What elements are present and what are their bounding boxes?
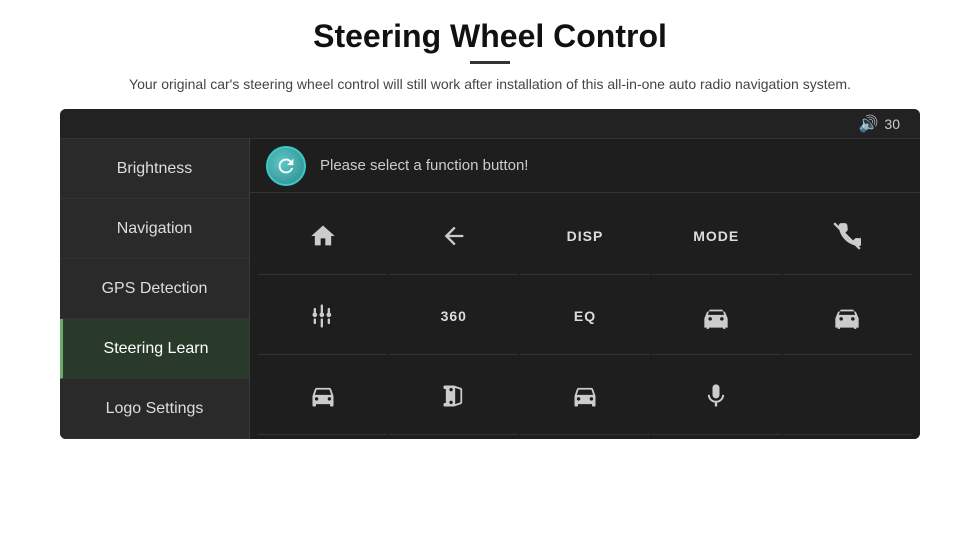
sidebar-item-brightness[interactable]: Brightness bbox=[60, 139, 249, 199]
label-360: 360 bbox=[441, 308, 467, 324]
sidebar: Brightness Navigation GPS Detection Stee… bbox=[60, 139, 250, 439]
sidebar-item-gps-detection[interactable]: GPS Detection bbox=[60, 259, 249, 319]
grid-cell-mode[interactable]: MODE bbox=[652, 197, 781, 275]
grid-cell-back[interactable] bbox=[389, 197, 518, 275]
volume-area: 🔊 30 bbox=[859, 114, 901, 134]
volume-icon: 🔊 bbox=[859, 114, 879, 134]
grid-cell-car-front[interactable] bbox=[652, 277, 781, 355]
grid-cell-car-top2[interactable] bbox=[520, 357, 649, 435]
device-body: Brightness Navigation GPS Detection Stee… bbox=[60, 139, 920, 439]
prompt-text: Please select a function button! bbox=[320, 157, 528, 174]
page-wrapper: Steering Wheel Control Your original car… bbox=[0, 0, 980, 544]
eq-label: EQ bbox=[574, 308, 596, 324]
disp-label: DISP bbox=[567, 228, 604, 244]
device-frame: 🔊 30 Brightness Navigation GPS Detection… bbox=[60, 109, 920, 439]
main-panel: Please select a function button! bbox=[250, 139, 920, 439]
sidebar-item-logo-settings[interactable]: Logo Settings bbox=[60, 379, 249, 439]
grid-cell-car-side[interactable] bbox=[389, 357, 518, 435]
grid-cell-home[interactable] bbox=[258, 197, 387, 275]
grid-cell-360[interactable]: 360 bbox=[389, 277, 518, 355]
sidebar-item-navigation[interactable]: Navigation bbox=[60, 199, 249, 259]
grid-cell-eq[interactable]: EQ bbox=[520, 277, 649, 355]
grid-cell-disp[interactable]: DISP bbox=[520, 197, 649, 275]
function-prompt: Please select a function button! bbox=[250, 139, 920, 193]
grid-cell-car-back[interactable] bbox=[783, 277, 912, 355]
refresh-button[interactable] bbox=[266, 146, 306, 186]
volume-value: 30 bbox=[884, 116, 900, 132]
page-title: Steering Wheel Control bbox=[313, 18, 667, 55]
button-grid: DISP MODE bbox=[250, 193, 920, 439]
grid-cell-eq-sliders[interactable] bbox=[258, 277, 387, 355]
grid-cell-phone-off[interactable] bbox=[783, 197, 912, 275]
title-divider bbox=[470, 61, 510, 64]
device-top-bar: 🔊 30 bbox=[60, 109, 920, 139]
sidebar-item-steering-learn[interactable]: Steering Learn bbox=[60, 319, 249, 379]
mode-label: MODE bbox=[693, 228, 739, 244]
grid-cell-empty bbox=[783, 357, 912, 435]
grid-cell-mic[interactable] bbox=[652, 357, 781, 435]
grid-cell-car-top[interactable] bbox=[258, 357, 387, 435]
page-subtitle: Your original car's steering wheel contr… bbox=[129, 74, 851, 95]
